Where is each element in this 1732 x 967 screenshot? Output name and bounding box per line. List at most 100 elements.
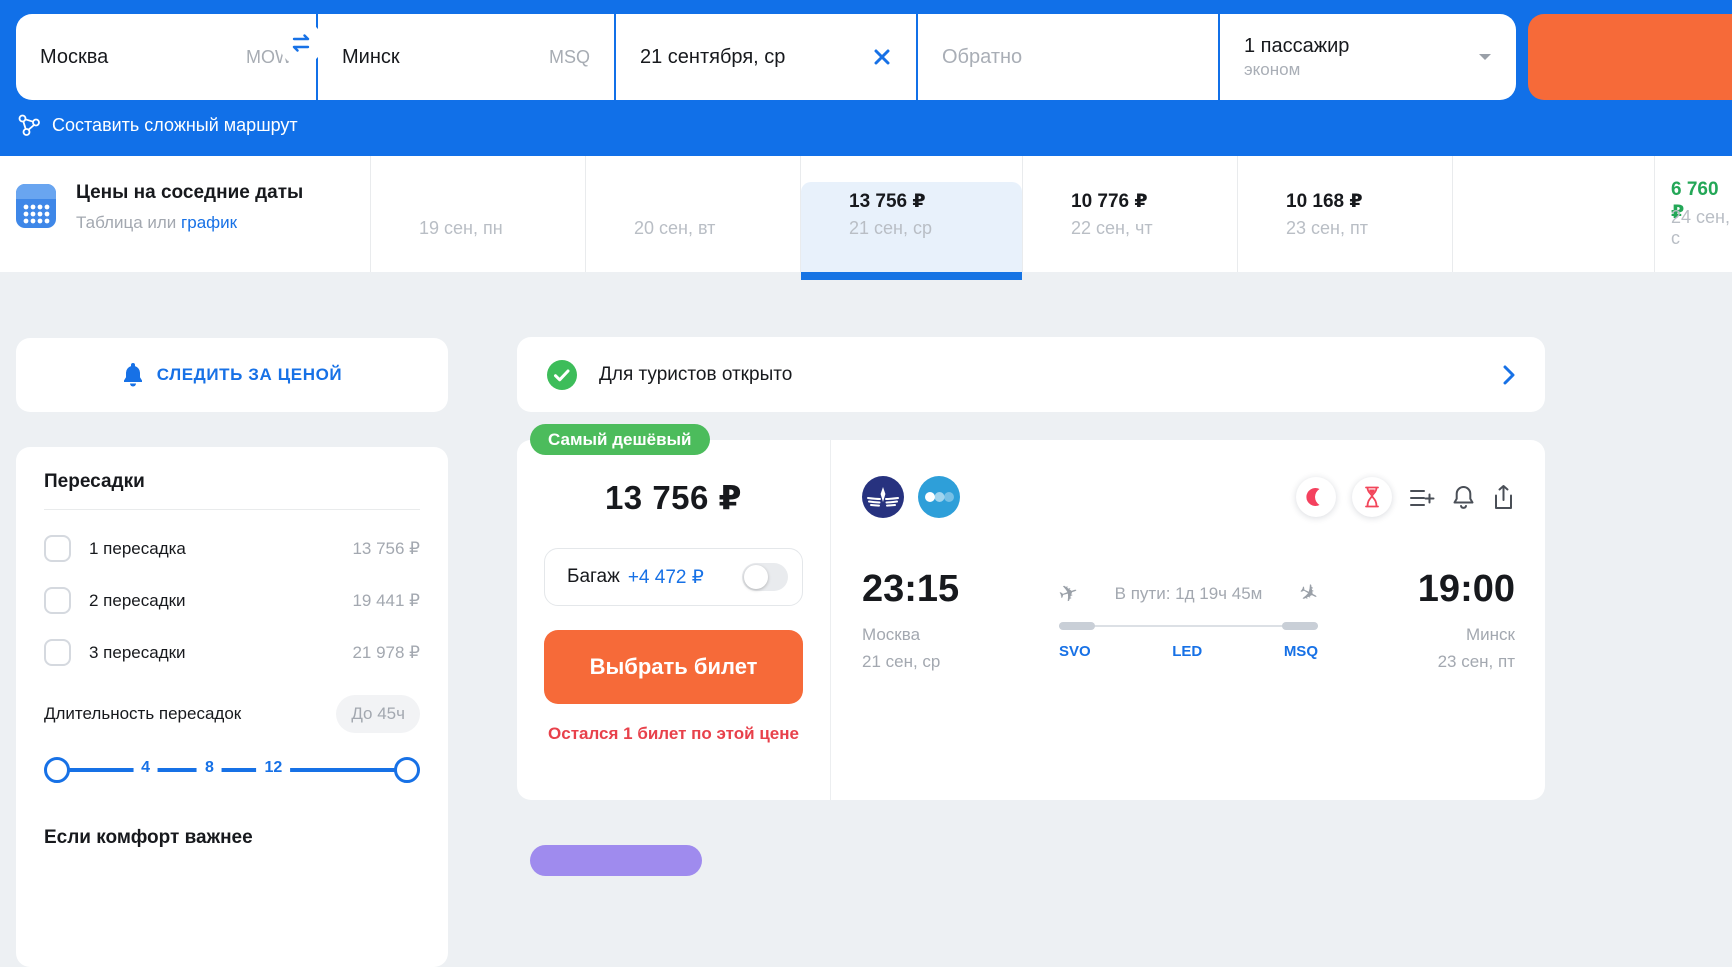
divider (44, 509, 420, 510)
clear-date-icon[interactable] (872, 47, 892, 67)
arrival-block: 19:00 Минск 23 сен, пт (1360, 568, 1515, 672)
track-start-cap (1059, 622, 1095, 630)
comfort-section-title: Если комфорт важнее (44, 827, 253, 848)
duration-row: ✈ В пути: 1д 19ч 45м ✈ (1055, 577, 1323, 609)
flight-duration: В пути: 1д 19ч 45м (1114, 583, 1263, 603)
arrival-city: Минск (1466, 625, 1515, 644)
passengers-count: 1 пассажир (1244, 34, 1350, 57)
layover-duration-slider: 4 8 12 (44, 757, 420, 783)
cabin-class: эконом (1244, 59, 1301, 79)
filter-price: 19 441 ₽ (352, 590, 420, 610)
arrival-date: 23 сен, пт (1437, 652, 1515, 671)
takeoff-plane-icon: ✈ (1055, 577, 1082, 609)
destination-field[interactable]: Минск MSQ (318, 14, 614, 100)
depart-date-value: 21 сентября, ср (640, 45, 786, 68)
slider-tick-4: 4 (133, 759, 158, 777)
baggage-option[interactable]: Багаж +4 472 ₽ (544, 548, 803, 606)
day-price: 6 760 ₽ (1671, 179, 1719, 223)
filter-label: 3 пересадки (89, 642, 186, 662)
price-alert-bell-icon (122, 363, 144, 387)
tourist-banner-text: Для туристов открыто (599, 363, 793, 385)
destination-city: Минск (342, 45, 400, 68)
chevron-right-icon (1503, 365, 1515, 385)
layover-airport-code: LED (1172, 643, 1203, 660)
calendar-day-20[interactable]: 20 сен, вт (585, 156, 800, 272)
day-price (419, 190, 585, 211)
route-middle: ✈ В пути: 1д 19ч 45м ✈ SVO LED MSQ (1055, 568, 1323, 672)
subscribe-bell-icon[interactable] (1451, 484, 1476, 511)
day-date: 22 сен, чт (1071, 217, 1153, 238)
calendar-day-23[interactable]: 10 168 ₽ 23 сен, пт (1237, 156, 1452, 272)
slider-tick-12: 12 (256, 759, 291, 777)
ticket-price: 13 756 ₽ (604, 479, 743, 516)
chart-view-link[interactable]: график (181, 213, 237, 232)
day-date: 20 сен, вт (634, 217, 716, 238)
day-price: 10 776 ₽ (1071, 190, 1148, 212)
return-date-field[interactable]: Обратно (918, 14, 1218, 100)
calendar-day-22[interactable]: 10 776 ₽ 22 сен, чт (1022, 156, 1237, 272)
filter-price: 13 756 ₽ (352, 538, 420, 558)
filters-panel: Пересадки 1 пересадка 13 756 ₽ 2 пересад… (16, 447, 448, 967)
checkbox-2-transfers[interactable] (44, 587, 71, 614)
slider-handle-max[interactable] (394, 757, 420, 783)
aeroflot-logo (862, 476, 904, 518)
flight-route-row: 23:15 Москва 21 сен, ср ✈ В пути: 1д 19ч… (862, 568, 1515, 672)
day-date: 24 сен, с (1671, 207, 1730, 248)
layover-duration-label: Длительность пересадок (44, 704, 242, 723)
share-icon[interactable] (1492, 484, 1515, 511)
departure-date: 21 сен, ср (862, 652, 941, 671)
calendar-columns: 19 сен, пн 20 сен, вт 13 756 ₽ 21 сен, с… (370, 156, 1732, 280)
origin-field[interactable]: Москва MOW (16, 14, 316, 100)
track-end-cap (1282, 622, 1318, 630)
landing-plane-icon: ✈ (1293, 577, 1324, 610)
filter-label: 2 пересадки (89, 590, 186, 610)
departure-city: Москва (862, 625, 921, 644)
search-flights-button[interactable] (1528, 14, 1732, 100)
swap-directions-button[interactable] (279, 21, 323, 65)
filter-row-2-transfers: 2 пересадки 19 441 ₽ (44, 587, 420, 614)
follow-price-button[interactable]: СЛЕДИТЬ ЗА ЦЕНОЙ (16, 338, 448, 412)
flight-action-icons (1296, 477, 1515, 517)
calendar-day-19[interactable]: 19 сен, пн (370, 156, 585, 272)
passengers-field[interactable]: 1 пассажир эконом (1220, 14, 1516, 100)
passengers-block: 1 пассажир эконом (1244, 34, 1349, 80)
long-layover-icon (1352, 477, 1392, 517)
search-form: Москва MOW Минск MSQ 21 сентября, ср Обр… (16, 14, 1516, 100)
checkbox-3-transfers[interactable] (44, 639, 71, 666)
layover-duration-row: Длительность пересадок До 45ч (44, 695, 420, 733)
airport-codes: SVO LED MSQ (1059, 643, 1318, 660)
baggage-price: +4 472 ₽ (627, 566, 704, 588)
route-track (1059, 622, 1318, 630)
dots-airline-logo (918, 476, 960, 518)
baggage-label: Багаж (567, 566, 620, 587)
calendar-header: Цены на соседние даты Таблица или график (76, 182, 303, 233)
airline-logos (862, 476, 960, 518)
ticket-flight-section: 23:15 Москва 21 сен, ср ✈ В пути: 1д 19ч… (832, 440, 1545, 800)
tariff-list-icon[interactable] (1408, 484, 1435, 511)
checkbox-1-transfer[interactable] (44, 535, 71, 562)
header: Москва MOW Минск MSQ 21 сентября, ср Обр… (0, 0, 1732, 156)
day-date: 19 сен, пн (419, 217, 503, 238)
calendar-day-24[interactable]: 6 760 ₽ 24 сен, с (1654, 156, 1732, 272)
tourist-banner[interactable]: Для туристов открыто (517, 337, 1545, 412)
green-check-icon (547, 359, 577, 390)
departure-time: 23:15 (862, 568, 960, 610)
slider-handle-min[interactable] (44, 757, 70, 783)
day-date: 21 сен, ср (849, 217, 932, 238)
calendar-spacer (1452, 156, 1654, 272)
day-price: 10 168 ₽ (1286, 190, 1363, 212)
filter-row-3-transfers: 3 пересадки 21 978 ₽ (44, 639, 420, 666)
baggage-toggle[interactable] (742, 563, 788, 591)
origin-city: Москва (40, 45, 109, 68)
ticket-card: 13 756 ₽ Багаж +4 472 ₽ Выбрать билет Ос… (517, 440, 1545, 800)
complex-route-link[interactable]: Составить сложный маршрут (16, 112, 298, 138)
select-ticket-button[interactable]: Выбрать билет (544, 630, 803, 704)
depart-date-field[interactable]: 21 сентября, ср (616, 14, 916, 100)
return-date-placeholder: Обратно (942, 45, 1023, 68)
filter-label: 1 пересадка (89, 538, 186, 558)
complex-route-icon (16, 112, 42, 138)
calendar-day-21-selected[interactable]: 13 756 ₽ 21 сен, ср (800, 156, 1022, 280)
layover-duration-value: До 45ч (336, 695, 420, 733)
flight-top-row (862, 476, 1515, 518)
cheapest-badge: Самый дешёвый (530, 424, 710, 455)
